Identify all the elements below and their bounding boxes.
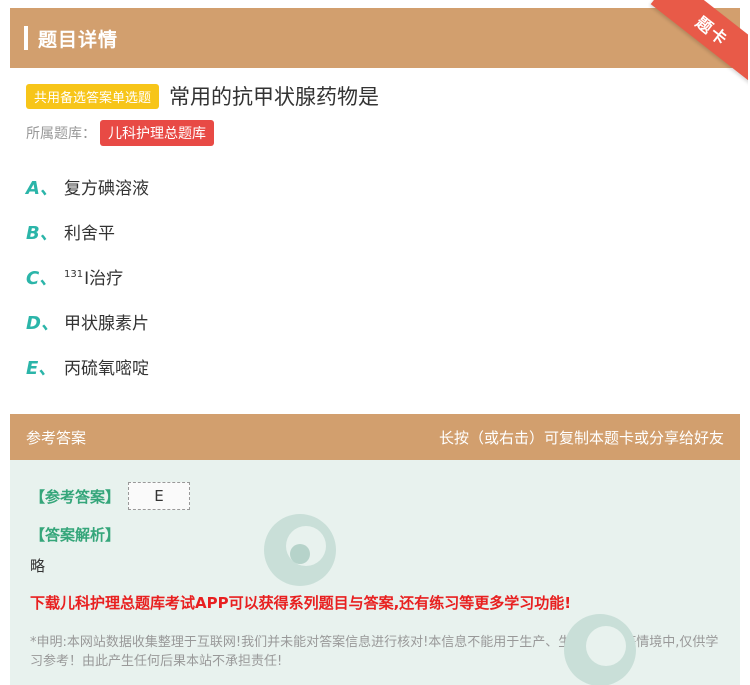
header-accent-bar (24, 26, 28, 50)
option-e[interactable]: E、 丙硫氧嘧啶 (26, 344, 740, 389)
option-b[interactable]: B、 利舍平 (26, 209, 740, 254)
question-block: 共用备选答案单选题 常用的抗甲状腺药物是 所属题库： 儿科护理总题库 (10, 68, 740, 146)
question-line: 共用备选答案单选题 常用的抗甲状腺药物是 (26, 80, 724, 112)
option-text: 丙硫氧嘧啶 (64, 359, 149, 379)
disclaimer-text: *申明:本网站数据收集整理于互联网!我们并未能对答案信息进行核对!本信息不能用于… (30, 635, 719, 669)
options-list: A、 复方碘溶液 B、 利舍平 C、 131I治疗 D、 甲状腺素片 E、 丙硫… (10, 164, 740, 389)
answer-header: 参考答案 长按（或右击）可复制本题卡或分享给好友 (10, 414, 740, 460)
option-letter: A、 (26, 177, 58, 199)
option-text-main: I治疗 (84, 269, 124, 289)
option-superscript: 131 (64, 269, 84, 281)
answer-body: 【参考答案】 E 【答案解析】 略 下载儿科护理总题库考试APP可以获得系列题目… (10, 460, 740, 685)
option-text: 131I治疗 (64, 264, 123, 289)
source-label: 所属题库： (26, 126, 96, 142)
analysis-label: 【答案解析】 (30, 526, 121, 544)
answer-label: 【参考答案】 (30, 487, 121, 506)
card-header: 题目详情 (10, 8, 740, 68)
option-letter: B、 (26, 222, 58, 244)
option-letter: C、 (26, 267, 58, 289)
option-d[interactable]: D、 甲状腺素片 (26, 299, 740, 344)
download-promo-link[interactable]: 下载儿科护理总题库考试APP可以获得系列题目与答案,还有练习等更多学习功能! (30, 592, 720, 613)
option-a[interactable]: A、 复方碘溶液 (26, 164, 740, 209)
option-text: 甲状腺素片 (64, 314, 149, 334)
option-c[interactable]: C、 131I治疗 (26, 254, 740, 299)
watermark-logo-icon (264, 514, 336, 586)
share-hint: 长按（或右击）可复制本题卡或分享给好友 (438, 428, 724, 447)
header-title: 题目详情 (38, 28, 119, 51)
option-letter: E、 (26, 357, 57, 379)
question-card: 题目详情 共用备选答案单选题 常用的抗甲状腺药物是 所属题库： 儿科护理总题库 … (10, 8, 740, 389)
analysis-text: 略 (30, 557, 46, 575)
answer-row: 【参考答案】 E (30, 482, 720, 510)
question-type-badge: 共用备选答案单选题 (26, 83, 160, 109)
option-text: 利舍平 (64, 224, 115, 244)
option-text: 复方碘溶液 (64, 179, 149, 199)
answer-value: E (128, 482, 191, 510)
source-tag[interactable]: 儿科护理总题库 (100, 120, 214, 146)
option-letter: D、 (26, 312, 59, 334)
analysis-row: 【答案解析】 (30, 524, 720, 545)
source-line: 所属题库： 儿科护理总题库 (26, 120, 724, 146)
answer-section-title: 参考答案 (26, 428, 87, 447)
question-text: 常用的抗甲状腺药物是 (169, 85, 380, 109)
